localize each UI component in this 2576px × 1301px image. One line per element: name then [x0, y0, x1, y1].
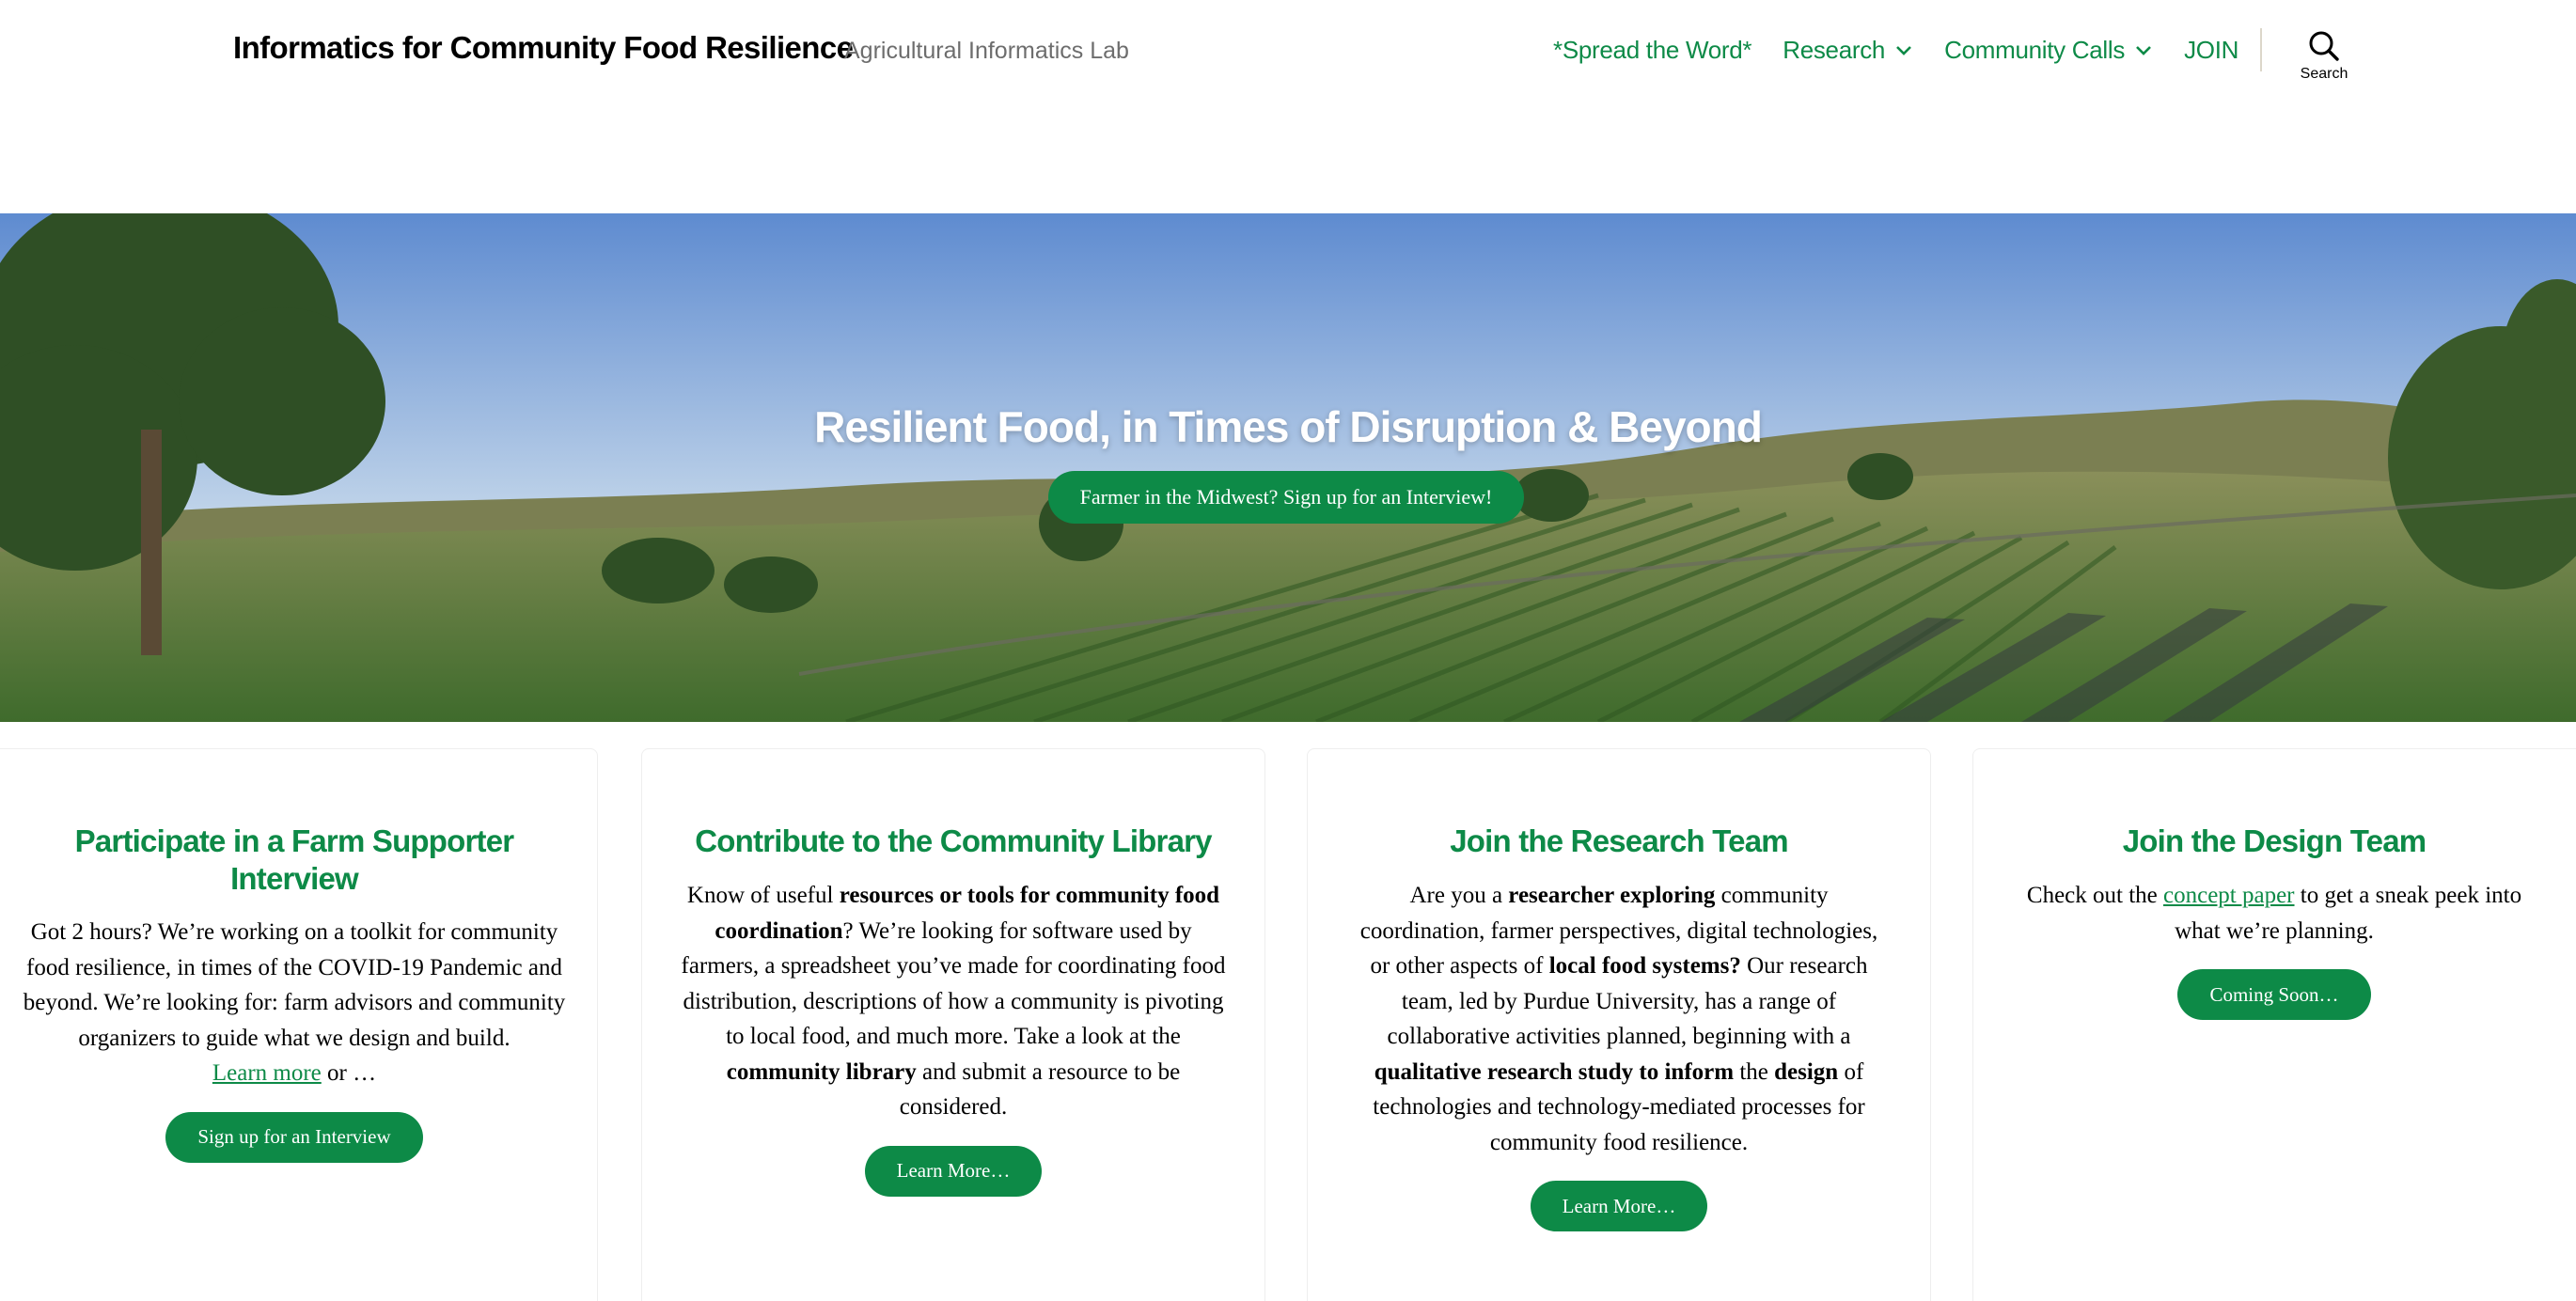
card-community-library: Contribute to the Community Library Know…	[641, 748, 1265, 1301]
card-body-bold: community library	[726, 1058, 917, 1085]
nav-item-spread-the-word[interactable]: *Spread the Word*	[1553, 36, 1752, 65]
library-learn-more-button[interactable]: Learn More…	[864, 1145, 1043, 1197]
card-design-team: Join the Design Team Check out the conce…	[1972, 748, 2576, 1301]
card-body: Check out the concept paper to get a sne…	[2002, 878, 2547, 948]
card-body-text: or …	[321, 1060, 377, 1086]
site-title[interactable]: Informatics for Community Food Resilienc…	[233, 30, 854, 66]
hero-interview-button[interactable]: Farmer in the Midwest? Sign up for an In…	[1048, 471, 1524, 524]
card-body-text: Check out the	[2026, 883, 2163, 908]
card-title: Join the Design Team	[2122, 823, 2427, 858]
sign-up-interview-button[interactable]: Sign up for an Interview	[165, 1111, 423, 1163]
learn-more-link[interactable]: Learn more	[212, 1060, 322, 1086]
site-header: Informatics for Community Food Resilienc…	[0, 0, 2576, 103]
primary-nav: *Spread the Word* Research Community Cal…	[1553, 36, 2270, 65]
card-body: Are you a researcher exploring community…	[1356, 878, 1882, 1160]
chevron-down-icon[interactable]	[2134, 44, 2153, 57]
card-body: Got 2 hours? We’re working on a toolkit …	[16, 915, 573, 1091]
nav-item-label: *Spread the Word*	[1553, 36, 1752, 64]
nav-item-research[interactable]: Research	[1783, 36, 1913, 65]
card-title: Contribute to the Community Library	[695, 823, 1212, 858]
card-research-team: Join the Research Team Are you a researc…	[1307, 748, 1931, 1301]
card-body-text: the	[1734, 1058, 1775, 1085]
hero-title: Resilient Food, in Times of Disruption &…	[814, 402, 1763, 451]
card-body-text: Got 2 hours? We’re working on a toolkit …	[23, 919, 566, 1051]
research-learn-more-button[interactable]: Learn More…	[1530, 1181, 1708, 1231]
card-title: Join the Research Team	[1450, 823, 1788, 858]
hero-cover: Resilient Food, in Times of Disruption &…	[0, 213, 2576, 722]
card-body-text: and submit a resource to be considered.	[899, 1058, 1181, 1121]
chevron-down-icon[interactable]	[1894, 44, 1913, 57]
card-body: Know of useful resources or tools for co…	[680, 878, 1227, 1125]
nav-item-community-calls[interactable]: Community Calls	[1944, 36, 2153, 65]
nav-item-label: Community Calls	[1944, 36, 2126, 64]
nav-item-label: Research	[1783, 36, 1886, 64]
nav-item-label: JOIN	[2184, 36, 2239, 64]
card-body-bold: researcher exploring	[1508, 883, 1716, 908]
card-farm-supporter-interview: Participate in a Farm Supporter Intervie…	[0, 748, 598, 1301]
nav-item-join[interactable]: JOIN	[2184, 36, 2238, 65]
site-description: Agricultural Informatics Lab	[844, 38, 1129, 64]
search-icon	[2309, 31, 2339, 61]
search-toggle-button[interactable]: Search	[2294, 30, 2354, 83]
card-body-bold: local food systems?	[1548, 953, 1741, 979]
feature-cards: Participate in a Farm Supporter Intervie…	[0, 748, 2576, 1301]
card-body-text: Are you a	[1409, 883, 1509, 908]
nav-divider	[2260, 28, 2262, 71]
card-body-text: Know of useful	[686, 883, 840, 908]
card-body-bold: design	[1774, 1058, 1839, 1085]
search-label: Search	[2300, 66, 2348, 82]
card-body-bold: qualitative research study to inform	[1374, 1058, 1735, 1085]
coming-soon-button[interactable]: Coming Soon…	[2177, 969, 2371, 1020]
concept-paper-link[interactable]: concept paper	[2163, 883, 2295, 908]
farm-landscape-image	[0, 213, 2576, 722]
card-title: Participate in a Farm Supporter Intervie…	[74, 823, 514, 896]
